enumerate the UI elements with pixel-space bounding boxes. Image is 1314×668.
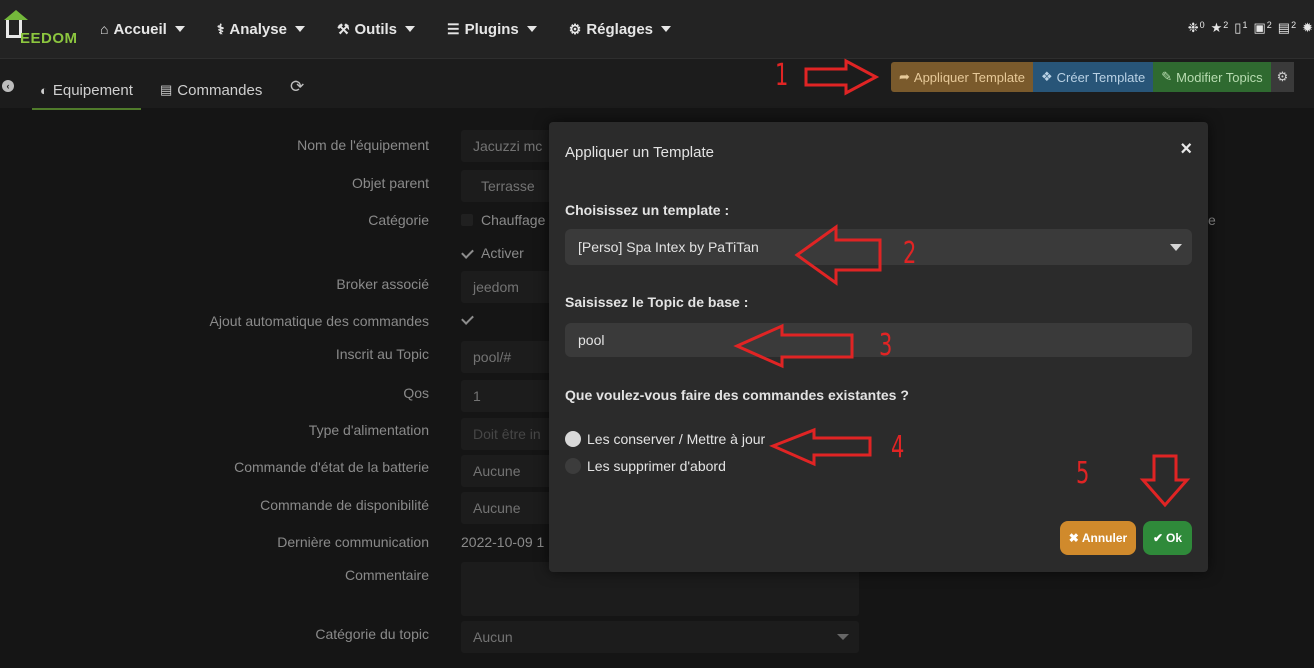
status-motion-icon[interactable]: ★ 2 [1211,20,1229,36]
create-template-button[interactable]: ❖ Créer Template [1032,62,1154,92]
refresh-icon[interactable]: ⟳ [290,77,304,97]
annotation-number-1: 1 [775,58,789,93]
back-arrow-icon[interactable]: ‹ [2,80,14,92]
motion-icon: ★ [1210,20,1223,35]
topic-label: Saisissez le Topic de base : [565,294,749,310]
light-icon: ✹ [1302,20,1313,35]
gear-icon: ⚙ [568,20,582,37]
cogs-icon: ⚙ [1276,69,1289,84]
caret-down-icon [405,26,416,32]
house-logo-icon [4,10,28,20]
chevron-down-icon [1170,244,1182,251]
dashboard-icon: ◐ [40,82,48,98]
radio-keep-update[interactable]: Les conserver / Mettre à jour [565,431,765,447]
main-menu: ⌂ Accueil ⚕ Analyse ⚒ Outils ☰ Plugins ⚙ Réglages [100,0,703,58]
home-icon: ⌂ [100,21,109,37]
radio-delete-first[interactable]: Les supprimer d'abord [565,458,726,474]
stethoscope-icon: ⚕ [216,20,225,37]
status-summary: ❉ 0 ★ 2 ▯ 1 ▣ 2 ▤ 2 ✹ [1182,20,1314,36]
close-icon: ✖ [1068,531,1079,545]
annotation-number-4: 4 [891,430,905,465]
status-window-icon[interactable]: ▣ 2 [1253,20,1271,36]
existing-commands-question: Que voulez-vous faire des commandes exis… [565,387,909,403]
top-navbar: EEDOM ⌂ Accueil ⚕ Analyse ⚒ Outils ☰ Plugins ⚙ Ré… [0,0,1314,59]
alarm-icon: ❉ [1187,20,1199,35]
caret-down-icon [661,26,672,32]
status-door-icon[interactable]: ▯ 1 [1234,20,1247,36]
caret-down-icon [174,26,185,32]
window-icon: ▣ [1253,20,1266,35]
list-icon: ▤ [160,82,173,97]
logo-text: EEDOM [20,30,78,47]
annotation-number-3: 3 [879,328,893,363]
caret-down-icon [294,26,305,32]
caret-down-icon [526,26,537,32]
nav-item-analyse[interactable]: ⚕ Analyse [217,0,305,58]
close-icon[interactable]: × [1180,138,1192,161]
modify-topics-button[interactable]: ✎ Modifier Topics [1153,62,1271,92]
nav-item-plugins[interactable]: ☰ Plugins [447,0,537,58]
ok-button[interactable]: ✔ Ok [1143,521,1192,555]
advanced-config-button[interactable]: ⚙ [1270,62,1295,92]
cubes-icon: ❖ [1040,69,1053,84]
door-icon: ▯ [1234,20,1242,35]
status-alarm-icon[interactable]: ❉ 0 [1188,20,1205,36]
template-select[interactable]: [Perso] Spa Intex by PaTiTan [565,229,1192,265]
tab-commandes[interactable]: ▤ Commandes [160,72,262,108]
nav-item-reglages[interactable]: ⚙ Réglages [568,0,672,58]
shutter-icon: ▤ [1277,20,1291,35]
status-light-icon[interactable]: ✹ [1302,20,1314,36]
modal-title: Appliquer un Template [565,144,714,161]
pencil-icon: ✎ [1161,69,1173,84]
annotation-number-5: 5 [1076,456,1090,491]
cancel-button[interactable]: ✖ Annuler [1060,521,1136,555]
annotation-number-2: 2 [903,236,917,271]
radio-selected-icon [565,431,581,447]
share-icon: ➦ [899,69,910,84]
wrench-icon: ⚒ [336,20,350,37]
radio-empty-icon [565,458,581,474]
apply-template-button[interactable]: ➦ Appliquer Template [891,62,1033,92]
tasks-icon: ☰ [447,20,460,37]
nav-item-accueil[interactable]: ⌂ Accueil [100,0,185,58]
status-shutter-icon[interactable]: ▤ 2 [1278,20,1296,36]
check-icon: ✔ [1152,531,1164,545]
jeedom-logo[interactable]: EEDOM [2,8,80,48]
tab-equipement[interactable]: ◐ Equipement [32,72,141,110]
choose-template-label: Choisissez un template : [565,202,730,218]
equipment-toolbar: ➦ Appliquer Template ❖ Créer Template ✎ … [891,62,1295,92]
nav-item-outils[interactable]: ⚒ Outils [336,0,416,58]
